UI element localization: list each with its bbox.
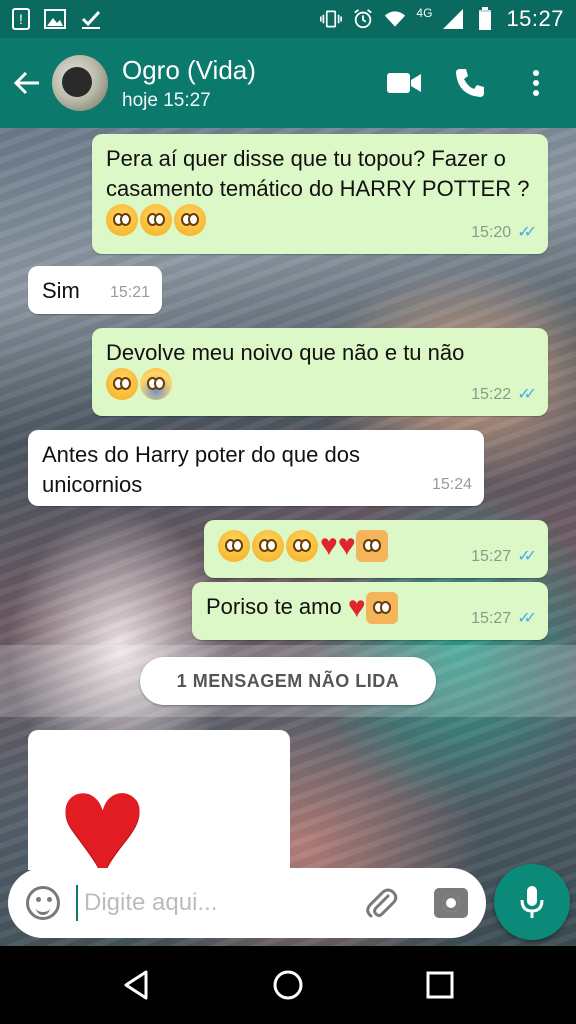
couple-kiss-emoji-icon: [355, 530, 388, 563]
double-check-icon: ✓✓: [517, 224, 537, 241]
alert-icon: !: [12, 8, 30, 30]
clock: 15:27: [506, 6, 564, 31]
big-heart-emoji-icon: ♥: [58, 741, 148, 870]
chat-header: Ogro (Vida) hoje 15:27: [0, 38, 576, 128]
video-call-button[interactable]: [386, 65, 422, 101]
check-icon: [80, 8, 102, 30]
more-options-button[interactable]: [518, 65, 554, 101]
message-bubble[interactable]: Antes do Harry poter do que dos unicorni…: [28, 430, 484, 506]
triangle-back-icon: [124, 970, 148, 1000]
message-text: Devolve meu noivo que não e tu não: [106, 340, 465, 365]
smirk-emoji-icon: [286, 530, 318, 563]
status-bar: ! 4G 15:27: [0, 0, 576, 38]
signal-icon: [442, 8, 464, 30]
attach-button[interactable]: [364, 886, 398, 920]
contact-name: Ogro (Vida): [122, 54, 256, 85]
avatar[interactable]: [52, 55, 108, 111]
emoji-picker-icon[interactable]: [26, 886, 60, 920]
network-type: 4G: [416, 6, 433, 20]
voice-record-button[interactable]: [494, 864, 570, 940]
camera-icon[interactable]: [434, 888, 468, 918]
flushed-emoji-icon: [106, 368, 138, 401]
message-bubble[interactable]: ♥♥ 15:27 ✓✓: [204, 520, 548, 578]
square-recents-icon: [426, 971, 454, 999]
scream-emoji-icon: [140, 368, 172, 401]
phone-icon: [456, 69, 484, 97]
arrow-left-icon: [13, 71, 39, 95]
message-time: 15:24: [431, 476, 472, 493]
heart-emoji-icon: ♥: [320, 529, 338, 563]
video-camera-icon: [387, 73, 421, 93]
vibrate-icon: [320, 8, 343, 30]
double-check-icon: ✓✓: [517, 386, 537, 403]
message-bubble[interactable]: Poriso te amo ♥ 15:27 ✓✓: [192, 582, 548, 640]
nav-back-button[interactable]: [116, 965, 156, 1005]
battery-icon: [474, 7, 496, 30]
message-time: 15:27: [471, 548, 512, 565]
message-bubble[interactable]: ♥: [28, 730, 290, 870]
nav-home-button[interactable]: [268, 965, 308, 1005]
heart-emoji-icon: ♥: [337, 529, 356, 563]
alarm-icon: [352, 8, 374, 30]
message-bubble[interactable]: Sim 15:21: [28, 266, 162, 314]
image-icon: [44, 8, 66, 30]
message-time: 15:27: [471, 610, 512, 627]
message-text: Antes do Harry poter do que dos unicorni…: [42, 442, 360, 497]
message-text: Pera aí quer disse que tu topou? Fazer o…: [106, 146, 530, 201]
microphone-icon: [520, 886, 544, 918]
message-bubble[interactable]: Devolve meu noivo que não e tu não 15:22…: [92, 328, 548, 416]
smirk-emoji-icon: [252, 530, 284, 563]
message-composer[interactable]: Digite aqui...: [8, 868, 486, 938]
paperclip-icon: [366, 888, 398, 918]
flushed-emoji-icon: [106, 204, 138, 237]
message-time: 15:21: [109, 284, 150, 301]
more-vertical-icon: [533, 70, 539, 96]
message-time: 15:22: [471, 386, 512, 403]
contact-info[interactable]: Ogro (Vida) hoje 15:27: [122, 55, 256, 112]
back-button[interactable]: [2, 38, 52, 128]
flushed-emoji-icon: [140, 204, 172, 237]
couple-kiss-emoji-icon: [365, 592, 398, 625]
message-text: Sim: [42, 278, 80, 303]
circle-home-icon: [273, 970, 303, 1000]
message-time: 15:20: [471, 224, 512, 241]
unread-banner: 1 MENSAGEM NÃO LIDA: [140, 657, 436, 705]
heart-emoji-icon: ♥: [347, 591, 366, 625]
wifi-icon: [384, 8, 406, 30]
system-nav-bar: [0, 946, 576, 1024]
flushed-emoji-icon: [174, 204, 206, 237]
message-input[interactable]: Digite aqui...: [76, 885, 364, 921]
voice-call-button[interactable]: [452, 65, 488, 101]
last-seen: hoje 15:27: [122, 89, 211, 111]
double-check-icon: ✓✓: [517, 610, 537, 627]
chat-area[interactable]: Pera aí quer disse que tu topou? Fazer o…: [0, 128, 576, 946]
message-text: Poriso te amo: [206, 594, 342, 619]
smirk-emoji-icon: [218, 530, 250, 563]
message-bubble[interactable]: Pera aí quer disse que tu topou? Fazer o…: [92, 134, 548, 254]
nav-recents-button[interactable]: [420, 965, 460, 1005]
double-check-icon: ✓✓: [517, 548, 537, 565]
